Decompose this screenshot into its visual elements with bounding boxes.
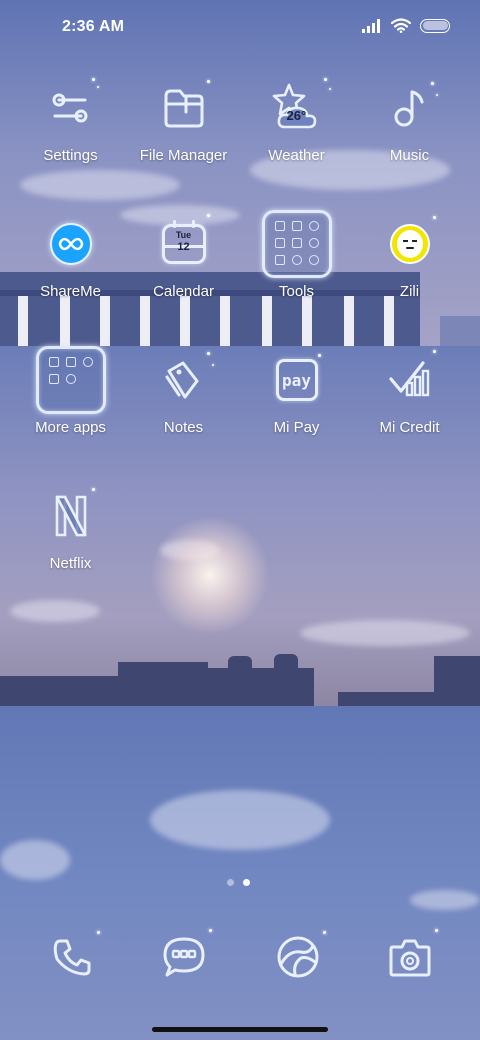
app-mi-pay[interactable]: pay Mi Pay xyxy=(240,342,353,436)
battery-level xyxy=(422,21,448,30)
mini-app-icon xyxy=(274,221,285,231)
shareme-icon xyxy=(33,206,109,282)
wallpaper-cloud xyxy=(10,600,100,622)
wallpaper-rooftop-tank xyxy=(228,656,252,670)
phone-icon[interactable] xyxy=(40,925,104,989)
mi-pay-icon: pay xyxy=(259,342,335,418)
page-dot-active[interactable] xyxy=(243,879,250,886)
mini-app-icon xyxy=(82,357,93,367)
app-mi-credit[interactable]: Mi Credit xyxy=(353,342,466,436)
messages-icon[interactable] xyxy=(152,925,216,989)
app-label: Zili xyxy=(399,283,420,300)
calendar-icon: Tue 12 xyxy=(146,206,222,282)
zili-icon xyxy=(372,206,448,282)
wallpaper-pillar xyxy=(100,296,110,346)
notes-tag-icon xyxy=(146,342,222,418)
tools-folder-icon xyxy=(259,206,335,282)
camera-icon[interactable] xyxy=(378,925,442,989)
app-file-manager[interactable]: File Manager xyxy=(127,70,240,164)
wallpaper-cloud xyxy=(150,790,330,850)
app-label: Calendar xyxy=(153,283,214,300)
status-time: 2:36 AM xyxy=(62,18,125,35)
wallpaper-pillar xyxy=(344,296,354,346)
wallpaper-building xyxy=(118,662,208,706)
app-calendar[interactable]: Tue 12 Calendar xyxy=(127,206,240,300)
wallpaper-building xyxy=(434,656,480,706)
app-label: Weather xyxy=(268,147,325,164)
netflix-icon xyxy=(33,478,109,554)
app-label: More apps xyxy=(35,419,106,436)
dock xyxy=(0,925,480,989)
app-weather[interactable]: 26° Weather xyxy=(240,70,353,164)
folder-preview xyxy=(261,210,332,278)
wallpaper-cloud xyxy=(0,840,70,880)
page-indicator xyxy=(227,879,250,886)
wallpaper-pillar xyxy=(220,296,230,346)
app-shareme[interactable]: ShareMe xyxy=(14,206,127,300)
folder-icon xyxy=(146,70,222,146)
wallpaper-cloud xyxy=(300,620,470,646)
wallpaper-pillar xyxy=(18,296,28,346)
wallpaper-cloud xyxy=(20,170,180,200)
app-zili[interactable]: Zili xyxy=(353,206,466,300)
mini-app-icon xyxy=(291,238,302,248)
app-label: ShareMe xyxy=(40,283,101,300)
app-notes[interactable]: Notes xyxy=(127,342,240,436)
wallpaper-pillar xyxy=(262,296,272,346)
signal-icon xyxy=(362,18,380,33)
mini-app-icon xyxy=(308,238,319,248)
app-tools-folder[interactable]: Tools xyxy=(240,206,353,300)
app-label: Mi Pay xyxy=(273,419,320,436)
wallpaper-pillar xyxy=(140,296,150,346)
app-label: Music xyxy=(389,147,430,164)
page-dot[interactable] xyxy=(227,879,234,886)
home-indicator-bar[interactable] xyxy=(152,1027,328,1032)
app-settings[interactable]: Settings xyxy=(14,70,127,164)
browser-icon[interactable] xyxy=(266,925,330,989)
app-label: Settings xyxy=(43,147,98,164)
wallpaper-rooftop-tank xyxy=(274,654,298,670)
wallpaper-pillar xyxy=(60,296,70,346)
status-bar: 2:36 AM xyxy=(0,0,480,56)
mini-app-icon xyxy=(48,374,59,384)
wallpaper-pillar xyxy=(302,296,312,346)
wallpaper-building xyxy=(208,668,314,706)
app-label: File Manager xyxy=(139,147,228,164)
mi-credit-icon xyxy=(372,342,448,418)
mi-pay-icon-text: pay xyxy=(282,370,311,390)
mini-app-icon xyxy=(274,238,285,248)
mini-app-icon xyxy=(308,221,319,231)
wallpaper-sun xyxy=(150,515,270,635)
music-note-icon xyxy=(372,70,448,146)
folder-preview xyxy=(35,346,106,414)
wallpaper-sky-bottom xyxy=(0,706,480,1040)
weather-icon: 26° xyxy=(259,70,335,146)
weather-temperature: 26° xyxy=(286,108,307,123)
more-apps-folder-icon xyxy=(33,342,109,418)
app-label: Netflix xyxy=(49,555,92,572)
app-more-apps-folder[interactable]: More apps xyxy=(14,342,127,436)
app-label: Mi Credit xyxy=(379,419,440,436)
mini-app-icon xyxy=(291,221,302,231)
wallpaper-pillar xyxy=(180,296,190,346)
mini-app-icon xyxy=(308,255,319,265)
mini-app-icon xyxy=(291,255,302,265)
calendar-weekday: Tue xyxy=(175,230,192,240)
battery-icon xyxy=(420,18,450,33)
mini-app-icon xyxy=(65,357,76,367)
calendar-day: 12 xyxy=(177,241,190,253)
wallpaper-pillar xyxy=(384,296,394,346)
mini-app-icon xyxy=(48,357,59,367)
app-label: Tools xyxy=(278,283,315,300)
app-label: Notes xyxy=(163,419,204,436)
mini-app-icon xyxy=(65,374,76,384)
wallpaper-cloud xyxy=(410,890,480,910)
settings-sliders-icon xyxy=(33,70,109,146)
wallpaper-building xyxy=(338,692,438,706)
mini-app-icon xyxy=(274,255,285,265)
app-music[interactable]: Music xyxy=(353,70,466,164)
app-netflix[interactable]: Netflix xyxy=(14,478,127,572)
wifi-icon xyxy=(391,18,411,33)
status-icons xyxy=(362,18,450,33)
